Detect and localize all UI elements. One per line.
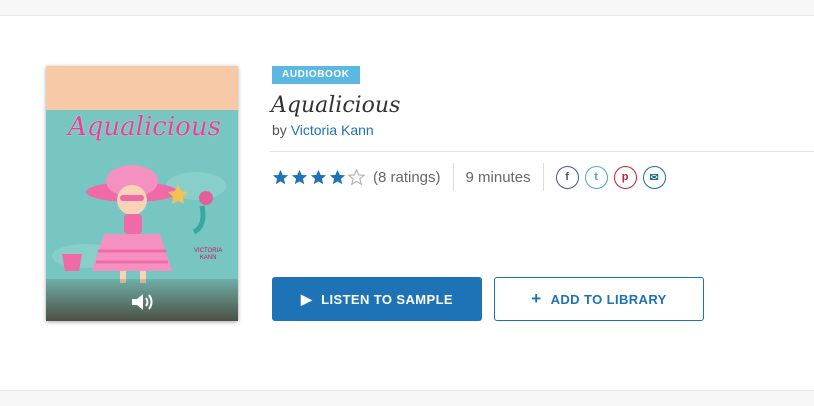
cover-credit: VICTORIA KANN — [194, 248, 222, 262]
book-cover[interactable]: Aqualicious VICTORIA KANN — [46, 66, 238, 321]
add-label: ADD TO LIBRARY — [550, 291, 667, 307]
star-icon — [310, 169, 327, 184]
cover-credit-line-2: KANN — [199, 255, 217, 261]
star-icon — [272, 169, 289, 184]
share-buttons: f t p ✉ — [555, 165, 666, 189]
speaker-icon[interactable] — [130, 291, 156, 313]
ratings-count[interactable]: (8 ratings) — [373, 169, 441, 186]
meta-separator — [452, 163, 454, 191]
star-rating — [272, 168, 365, 186]
top-divider-band — [0, 0, 814, 16]
twitter-share-icon[interactable]: t — [584, 165, 608, 189]
plus-icon: + — [531, 289, 542, 308]
details-divider — [270, 151, 814, 152]
twitter-glyph: t — [594, 171, 598, 183]
bottom-divider-band — [0, 390, 814, 406]
pinterest-glyph: p — [621, 171, 629, 183]
star-icon — [329, 169, 346, 184]
star-empty-icon — [348, 168, 365, 185]
meta-separator — [542, 163, 544, 191]
byline: by Victoria Kann — [272, 122, 374, 138]
add-to-library-button[interactable]: + ADD TO LIBRARY — [494, 277, 704, 321]
pinterest-share-icon[interactable]: p — [613, 165, 637, 189]
book-title: Aqualicious — [271, 93, 401, 118]
email-share-icon[interactable]: ✉ — [642, 165, 666, 189]
duration: 9 minutes — [465, 168, 531, 186]
play-icon: ▶ — [300, 290, 313, 307]
email-glyph: ✉ — [649, 171, 659, 184]
meta-row: (8 ratings) 9 minutes f t p ✉ — [272, 162, 666, 192]
star-icon — [291, 169, 308, 184]
byline-prefix: by — [272, 122, 287, 138]
cover-credit-line-1: VICTORIA — [194, 248, 223, 254]
cover-title-art: Aqualicious — [68, 112, 221, 142]
author-link[interactable]: Victoria Kann — [291, 122, 374, 138]
facebook-glyph: f — [565, 171, 569, 183]
listen-to-sample-button[interactable]: ▶ LISTEN TO SAMPLE — [272, 277, 482, 321]
facebook-share-icon[interactable]: f — [555, 165, 579, 189]
listen-label: LISTEN TO SAMPLE — [321, 291, 453, 307]
format-badge: AUDIOBOOK — [272, 66, 360, 84]
